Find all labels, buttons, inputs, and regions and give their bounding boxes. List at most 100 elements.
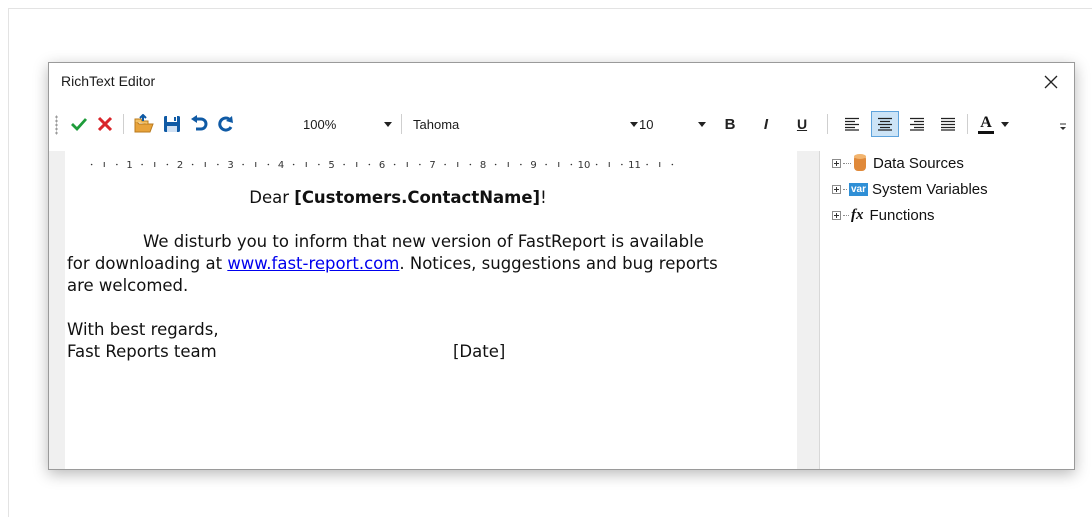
ruler-tick-quarter	[469, 163, 472, 166]
paragraph-line-3: are welcomed.	[67, 276, 189, 295]
richtext-editor-window: RichText Editor 100% Tahoma 10 B I U A 1…	[48, 62, 1075, 470]
font-color-dropdown[interactable]	[999, 113, 1011, 135]
toolbar-overflow-button[interactable]	[1057, 119, 1069, 135]
ruler-tick-quarter	[494, 163, 497, 166]
ruler-tick-quarter	[217, 163, 219, 166]
ruler-tick-quarter	[343, 163, 345, 166]
signature-line: Fast Reports team [Date]	[67, 341, 797, 363]
font-size-value: 10	[639, 116, 654, 132]
window-title: RichText Editor	[61, 73, 156, 89]
expand-icon[interactable]	[832, 158, 841, 168]
ruler-label: 11	[628, 160, 641, 171]
underline-button[interactable]: U	[791, 113, 813, 135]
align-justify-button[interactable]	[936, 113, 960, 135]
bold-button[interactable]: B	[719, 113, 741, 135]
greeting-suffix: !	[540, 188, 547, 207]
toolbar-separator	[123, 114, 124, 134]
document-content[interactable]: Dear [Customers.ContactName]! We disturb…	[67, 187, 797, 363]
open-icon	[134, 114, 154, 133]
font-color-button[interactable]: A	[975, 113, 997, 135]
ruler-tick-quarter	[267, 163, 270, 166]
paragraph-line-2: for downloading at www.fast-report.com. …	[67, 253, 797, 275]
tree-item-label: System Variables	[872, 180, 988, 198]
ruler-tick-quarter	[671, 163, 674, 166]
font-size-select[interactable]: 10	[637, 114, 707, 134]
ruler-tick-quarter	[292, 163, 295, 166]
tree-item-data-sources[interactable]: Data Sources	[832, 151, 964, 175]
tree-item-label: Data Sources	[873, 154, 964, 172]
tree-connector	[843, 162, 851, 164]
expand-icon[interactable]	[832, 184, 841, 194]
ruler-tick-quarter	[318, 163, 320, 166]
paragraph-text: for downloading at	[67, 254, 228, 273]
closing-line: With best regards,	[67, 320, 219, 339]
expand-icon[interactable]	[832, 210, 841, 220]
ruler-tick-quarter	[368, 163, 371, 166]
ruler-tick-quarter	[545, 163, 547, 166]
tree-item-functions[interactable]: fx Functions	[832, 203, 935, 227]
ruler-tick-quarter	[520, 163, 522, 166]
greeting-prefix: Dear	[249, 188, 295, 207]
italic-button[interactable]: I	[755, 113, 777, 135]
close-button[interactable]	[1028, 63, 1074, 101]
tree-item-system-variables[interactable]: var System Variables	[832, 177, 988, 201]
align-left-button[interactable]	[840, 113, 864, 135]
undo-button[interactable]	[187, 113, 211, 135]
ruler-tick-quarter	[621, 163, 623, 166]
ruler-label: 3	[227, 160, 233, 171]
cancel-icon	[97, 116, 113, 132]
ruler-label: 4	[278, 160, 284, 171]
ruler-tick-quarter	[570, 163, 573, 166]
ruler-tick-quarter	[646, 163, 648, 166]
ruler-label: 10	[578, 160, 591, 171]
font-name-value: Tahoma	[413, 116, 460, 132]
tree-connector	[843, 214, 849, 216]
redo-button[interactable]	[214, 113, 238, 135]
overflow-arrow-icon	[1060, 123, 1066, 130]
rich-text-editor[interactable]: 1 2 3 4 5 6 7 8 9 10 11 Dear [Customers.ContactNam…	[65, 151, 797, 469]
ruler-tick-quarter	[116, 163, 118, 166]
ruler-label: 8	[480, 160, 486, 171]
align-center-button[interactable]	[871, 111, 899, 137]
date-field: [Date]	[453, 342, 506, 361]
website-link[interactable]: www.fast-report.com	[227, 254, 399, 273]
redo-icon	[218, 116, 233, 132]
toolbar-grip[interactable]	[55, 115, 58, 135]
cancel-button[interactable]	[93, 113, 117, 135]
signature-text: Fast Reports team	[67, 342, 217, 361]
zoom-select[interactable]: 100%	[301, 114, 393, 134]
toolbar-separator	[827, 114, 828, 134]
align-right-icon	[910, 117, 924, 131]
font-name-select[interactable]: Tahoma	[411, 114, 639, 134]
open-button[interactable]	[131, 113, 157, 135]
toolbar-separator	[967, 114, 968, 134]
greeting-line: Dear [Customers.ContactName]!	[67, 187, 797, 209]
save-button[interactable]	[160, 113, 184, 135]
ruler-label: 6	[379, 160, 385, 171]
ruler-label: 5	[328, 160, 334, 171]
toolbar: 100% Tahoma 10 B I U A	[49, 109, 1074, 139]
title-bar: RichText Editor	[49, 63, 1074, 101]
dropdown-arrow-icon	[697, 114, 707, 134]
tree-item-label: Functions	[869, 206, 935, 224]
ruler-tick-quarter	[393, 163, 396, 166]
ruler-tick-quarter	[595, 163, 598, 166]
ruler-label: 9	[530, 160, 536, 171]
close-icon	[1044, 75, 1058, 89]
ruler: 1 2 3 4 5 6 7 8 9 10 11	[65, 151, 797, 173]
var-icon: var	[849, 182, 869, 196]
ruler-tick-quarter	[191, 163, 194, 166]
align-center-icon	[878, 117, 892, 131]
align-right-button[interactable]	[905, 113, 929, 135]
ruler-tick-quarter	[444, 163, 446, 166]
ruler-tick-quarter	[90, 163, 93, 166]
toolbar-separator	[401, 114, 402, 134]
ruler-tick-quarter	[419, 163, 421, 166]
align-left-icon	[845, 117, 859, 131]
ok-button[interactable]	[67, 113, 91, 135]
tree-connector	[843, 188, 847, 190]
page-border	[8, 8, 9, 517]
check-icon	[71, 118, 88, 132]
ruler-label: 7	[429, 160, 435, 171]
